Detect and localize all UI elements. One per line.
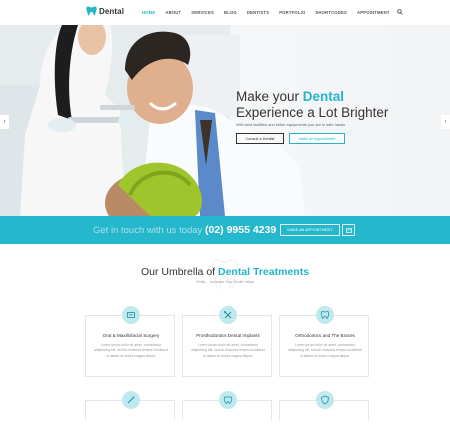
section-subtitle: Smile... Increase Your Smile Value: [196, 280, 254, 284]
band-calendar-button[interactable]: [342, 224, 355, 236]
treatment-card[interactable]: Orthodontics and The Braces Lorem ipsum …: [279, 306, 369, 377]
nav-services[interactable]: SERVICES: [191, 10, 214, 15]
slider-next-button[interactable]: ›: [441, 115, 450, 129]
band-phone[interactable]: (02) 9955 4239: [205, 224, 276, 236]
tooth-crown-icon: [219, 391, 237, 409]
xray-icon: [122, 306, 140, 324]
calendar-icon: [345, 227, 352, 233]
section-title-prefix: Our Umbrella of: [140, 266, 218, 278]
treatment-card[interactable]: [85, 391, 175, 420]
card-text: Lorem ipsum dolor sit amet, consectetur …: [288, 343, 362, 358]
syringe-icon: [122, 391, 140, 409]
nav-shortcodes[interactable]: SHORTCODES: [315, 10, 347, 15]
logo[interactable]: Dental: [86, 6, 124, 16]
nav-blog[interactable]: BLOG: [224, 10, 237, 15]
chevron-left-icon: ‹: [3, 119, 6, 125]
card-text: Lorem ipsum dolor sit amet, consectetur …: [94, 343, 168, 358]
hero-title-line2: Experience a Lot Brighter: [236, 105, 389, 120]
card-text: Lorem ipsum dolor sit amet, consectetur …: [191, 343, 265, 358]
treatment-card[interactable]: [182, 391, 272, 420]
tooth-braces-icon: [316, 306, 334, 324]
main-nav: HOME ABOUT SERVICES BLOG DENTISTS PORTFO…: [142, 9, 403, 15]
site-header: Dental HOME ABOUT SERVICES BLOG DENTISTS…: [0, 0, 450, 25]
nav-about[interactable]: ABOUT: [165, 10, 181, 15]
nav-portfolio[interactable]: PORTFOLIO: [279, 10, 305, 15]
hero-title: Make your Dental: [236, 89, 344, 104]
hero-subtitle: With best facilities and better equipmen…: [236, 122, 346, 127]
nav-appointment[interactable]: APPOINTMENT: [357, 10, 390, 15]
make-appointment-button[interactable]: Make an Appointment: [289, 133, 345, 144]
tooth-shield-icon: [316, 391, 334, 409]
tooth-logo-icon: [86, 6, 97, 16]
band-appointment-button[interactable]: MAKE AN APPOINTMENT: [280, 224, 340, 236]
treatment-card[interactable]: Oral & Maxillofacial Surgery Lorem ipsum…: [85, 306, 175, 377]
band-text: Get in touch with us today: [93, 225, 203, 236]
brand-name: Dental: [99, 6, 125, 16]
hero-title-accent: Dental: [302, 89, 345, 104]
hero-image: [0, 25, 305, 216]
hero-title-prefix: Make your: [236, 89, 303, 104]
card-title: Orthodontics and The Braces: [295, 333, 355, 338]
section-title: Our Umbrella of Dental Treatments: [0, 266, 450, 278]
slider-prev-button[interactable]: ‹: [0, 115, 9, 129]
treatment-card[interactable]: [279, 391, 369, 420]
nav-dentists[interactable]: DENTISTS: [247, 10, 269, 15]
section-title-accent: Dental Treatments: [218, 266, 310, 278]
hero-slider: Make your Dental Experience a Lot Bright…: [0, 25, 450, 216]
card-title: Prosthodontics Dental Implants: [196, 333, 260, 338]
chevron-right-icon: ›: [444, 119, 447, 125]
treatment-card[interactable]: Prosthodontics Dental Implants Lorem ips…: [182, 306, 272, 377]
search-icon[interactable]: [396, 9, 403, 15]
contact-band: Get in touch with us today (02) 9955 423…: [0, 216, 450, 244]
dental-tools-icon: [219, 306, 237, 324]
card-title: Oral & Maxillofacial Surgery: [102, 333, 160, 338]
consult-dentist-button[interactable]: Consult a Dentist: [236, 133, 284, 144]
nav-home[interactable]: HOME: [142, 10, 155, 15]
